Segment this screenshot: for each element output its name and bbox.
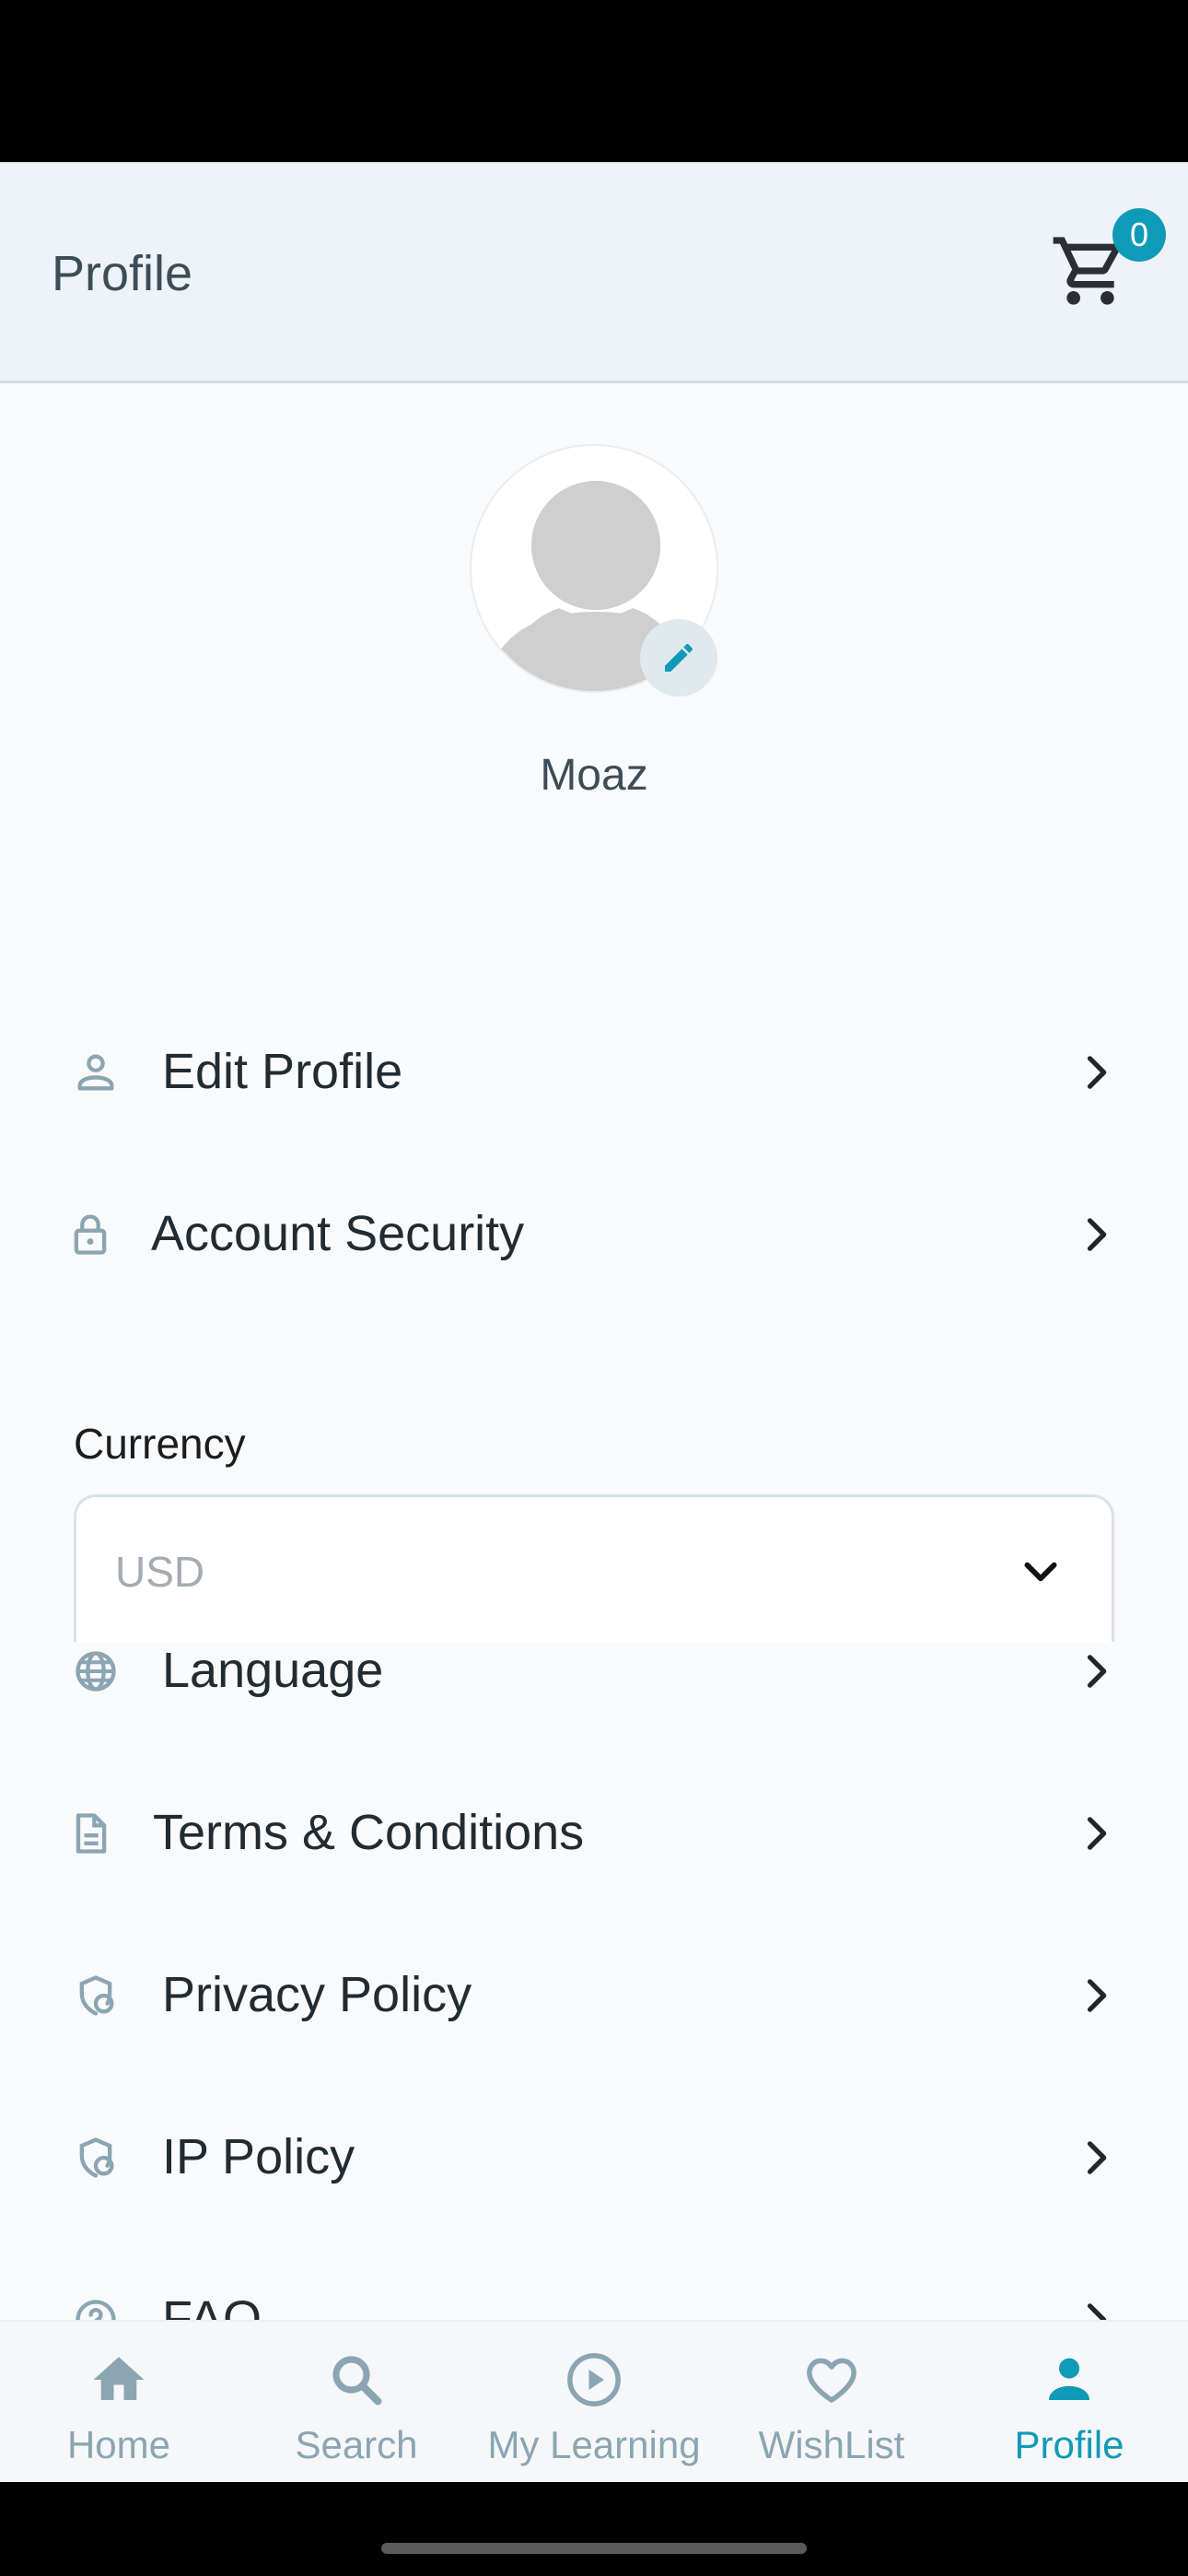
tab-label-my-learning: My Learning [487, 2423, 701, 2466]
person-icon [70, 1047, 122, 1098]
profile-screen: Profile 0 Moaz Edit Profile Account Secu… [0, 162, 1188, 2482]
shield-icon [70, 2132, 122, 2184]
user-name: Moaz [540, 751, 648, 800]
currency-selected-value: USD [115, 1548, 205, 1596]
menu-label-privacy-policy: Privacy Policy [162, 1967, 472, 2022]
tab-label-search: Search [295, 2423, 418, 2466]
currency-label: Currency [74, 1420, 246, 1468]
menu-item-ip-policy[interactable]: IP Policy [0, 2102, 1188, 2213]
page-title: Profile [52, 246, 193, 301]
system-nav-bar [0, 2482, 1188, 2576]
cart-count-badge: 0 [1112, 208, 1166, 262]
status-bar [0, 0, 1188, 162]
menu-label-terms-conditions: Terms & Conditions [153, 1805, 585, 1860]
tab-search[interactable]: Search [238, 2322, 475, 2482]
pencil-icon [665, 643, 693, 672]
chevron-right-icon [1087, 1655, 1107, 1688]
menu-label-edit-profile: Edit Profile [162, 1044, 403, 1099]
chevron-right-icon [1087, 1218, 1107, 1251]
tab-wishlist[interactable]: WishList [713, 2322, 950, 2482]
tab-profile[interactable]: Profile [950, 2322, 1188, 2482]
chevron-right-icon [1087, 1056, 1107, 1089]
menu-item-terms-conditions[interactable]: Terms & Conditions [0, 1778, 1188, 1889]
chevron-right-icon [1087, 2141, 1107, 2174]
chevron-right-icon [1087, 1817, 1107, 1850]
tab-my-learning[interactable]: My Learning [475, 2322, 713, 2482]
document-icon [64, 1808, 116, 1859]
menu-label-account-security: Account Security [151, 1206, 525, 1261]
home-indicator[interactable] [381, 2543, 807, 2554]
tab-label-wishlist: WishList [758, 2423, 905, 2466]
menu-item-privacy-policy[interactable]: Privacy Policy [0, 1940, 1188, 2051]
lock-icon [64, 1209, 116, 1260]
menu-label-ip-policy: IP Policy [162, 2129, 355, 2184]
edit-avatar-button[interactable] [640, 619, 717, 697]
menu-item-account-security[interactable]: Account Security [0, 1179, 1188, 1290]
chevron-right-icon [1087, 1979, 1107, 2012]
chevron-down-icon [1024, 1562, 1057, 1582]
heart-icon [713, 2349, 950, 2414]
play-circle-icon [475, 2349, 713, 2414]
tab-label-home: Home [66, 2423, 171, 2466]
shield-icon [70, 1970, 122, 2021]
menu-label-language: Language [162, 1643, 384, 1698]
tab-label-profile: Profile [1014, 2423, 1124, 2466]
home-icon [0, 2349, 238, 2414]
bottom-tab-bar: Home Search My Learning WishList Profile [0, 2320, 1188, 2482]
tab-home[interactable]: Home [0, 2322, 238, 2482]
cart-button[interactable]: 0 [1050, 208, 1166, 322]
person-icon [950, 2349, 1188, 2414]
app-header: Profile 0 [0, 162, 1188, 383]
search-icon [238, 2349, 475, 2414]
menu-item-language[interactable]: Language [0, 1616, 1188, 1727]
globe-icon [70, 1645, 122, 1697]
menu-item-edit-profile[interactable]: Edit Profile [0, 1017, 1188, 1128]
